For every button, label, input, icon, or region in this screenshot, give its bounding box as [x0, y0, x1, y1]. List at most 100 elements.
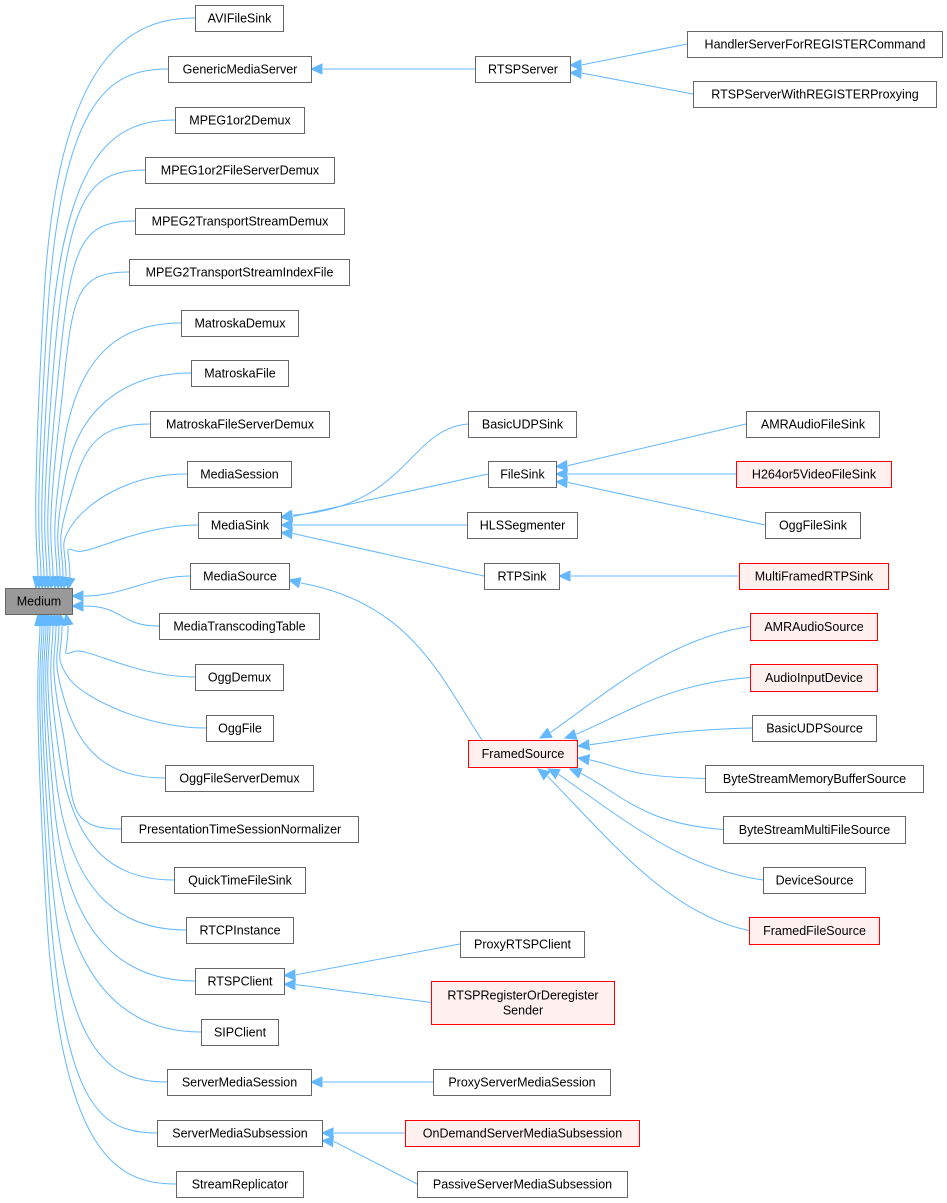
inheritance-edge — [54, 322, 182, 577]
node-label: OggFile — [218, 722, 262, 736]
class-node-on-demand-server-media-subsession[interactable]: OnDemandServerMediaSubsession — [405, 1120, 640, 1147]
node-label: MatroskaDemux — [195, 317, 287, 331]
class-node-amraudio-file-sink[interactable]: AMRAudioFileSink — [746, 411, 880, 438]
class-node-rtspserver-with-registerproxying[interactable]: RTSPServerWithREGISTERProxying — [693, 81, 937, 108]
class-node-matroska-file[interactable]: MatroskaFile — [191, 360, 289, 387]
class-node-sipclient[interactable]: SIPClient — [201, 1019, 279, 1046]
class-node-basic-udpsource[interactable]: BasicUDPSource — [752, 715, 877, 742]
class-node-media-sink[interactable]: MediaSink — [198, 512, 282, 539]
arrowhead-icon — [309, 1076, 323, 1088]
class-node-ogg-file-server-demux[interactable]: OggFileServerDemux — [165, 765, 314, 792]
arrowhead-icon — [568, 767, 583, 779]
node-label: ServerMediaSession — [182, 1076, 297, 1090]
class-node-multi-framed-rtpsink[interactable]: MultiFramedRTPSink — [739, 563, 889, 590]
node-label: OggFileSink — [779, 519, 848, 533]
node-label: AudioInputDevice — [765, 671, 863, 685]
class-node-proxy-rtspclient[interactable]: ProxyRTSPClient — [460, 931, 585, 958]
class-node-proxy-server-media-session[interactable]: ProxyServerMediaSession — [433, 1069, 611, 1096]
class-node-byte-stream-memory-buffer-source[interactable]: ByteStreamMemoryBufferSource — [705, 765, 924, 793]
class-node-audio-input-device[interactable]: AudioInputDevice — [750, 664, 878, 692]
class-node-file-sink[interactable]: FileSink — [488, 461, 557, 488]
node-label: FramedFileSource — [763, 924, 866, 938]
node-label: ServerMediaSubsession — [172, 1127, 308, 1141]
inheritance-edge — [50, 271, 130, 577]
arrowhead-icon — [282, 969, 296, 981]
node-label: MatroskaFileServerDemux — [166, 418, 315, 432]
class-node-byte-stream-multi-file-source[interactable]: ByteStreamMultiFileSource — [723, 816, 906, 844]
arrowhead-icon — [538, 727, 553, 739]
arrowhead-icon — [554, 476, 568, 489]
inheritance-edge — [300, 582, 483, 741]
class-node-mpeg2-transport-stream-demux[interactable]: MPEG2TransportStreamDemux — [135, 208, 345, 235]
class-node-basic-udpsink[interactable]: BasicUDPSink — [468, 411, 577, 438]
inheritance-edge — [63, 473, 188, 577]
inheritance-diagram: Medium AVIFileSink GenericMediaServer MPEG1… — [5, 5, 943, 1198]
class-node-mpeg1or2-file-server-demux[interactable]: MPEG1or2FileServerDemux — [145, 157, 335, 184]
class-node-media-transcoding-table[interactable]: MediaTranscodingTable — [159, 613, 320, 640]
inheritance-edge — [83, 605, 160, 627]
node-label: SIPClient — [214, 1026, 267, 1040]
class-node-generic-media-server[interactable]: GenericMediaServer — [168, 56, 312, 83]
class-node-rtpsink[interactable]: RTPSink — [484, 563, 560, 590]
node-label: PresentationTimeSessionNormalizer — [139, 823, 341, 837]
class-node-presentation-time-session-normalizer[interactable]: PresentationTimeSessionNormalizer — [121, 816, 359, 843]
class-node-media-source[interactable]: MediaSource — [190, 563, 290, 590]
class-node-media-session[interactable]: MediaSession — [187, 461, 292, 488]
arrowhead-icon — [576, 754, 591, 766]
arrowhead-icon — [554, 468, 568, 480]
class-node-device-source[interactable]: DeviceSource — [763, 867, 866, 894]
class-node-medium[interactable]: Medium — [5, 588, 73, 615]
arrowhead-icon — [70, 600, 84, 612]
class-node-mpeg2-transport-stream-index-file[interactable]: MPEG2TransportStreamIndexFile — [129, 259, 350, 286]
class-node-matroska-demux[interactable]: MatroskaDemux — [181, 310, 299, 337]
node-label: DeviceSource — [776, 874, 854, 888]
inheritance-edge — [41, 625, 168, 1083]
node-label: AMRAudioFileSink — [761, 418, 866, 432]
class-node-ogg-file[interactable]: OggFile — [206, 715, 274, 742]
inheritance-edge — [580, 772, 724, 830]
arrowhead-icon — [320, 1135, 334, 1148]
inheritance-edge — [550, 626, 751, 733]
nodes-layer: Medium AVIFileSink GenericMediaServer MPEG1… — [5, 5, 943, 1198]
arrowhead-icon — [287, 577, 302, 589]
class-node-amraudio-source[interactable]: AMRAudioSource — [750, 613, 878, 641]
node-label: OggFileServerDemux — [179, 772, 300, 786]
class-node-framed-source[interactable]: FramedSource — [468, 740, 578, 768]
inheritance-edge — [83, 575, 191, 597]
class-node-mpeg1or2-demux[interactable]: MPEG1or2Demux — [175, 107, 305, 134]
inheritance-edge — [589, 727, 753, 746]
class-node-quick-time-file-sink[interactable]: QuickTimeFileSink — [174, 867, 306, 894]
class-node-server-media-session[interactable]: ServerMediaSession — [167, 1069, 312, 1096]
arrowhead-icon — [568, 67, 582, 79]
class-node-rtcpinstance[interactable]: RTCPInstance — [186, 917, 294, 944]
class-node-rtspserver[interactable]: RTSPServer — [475, 56, 571, 83]
node-label: RTSPRegisterOrDeregister — [447, 989, 598, 1003]
node-label: MPEG2TransportStreamIndexFile — [146, 266, 334, 280]
arrowhead-icon — [563, 728, 578, 740]
arrowhead-icon — [279, 519, 293, 531]
class-node-framed-file-source[interactable]: FramedFileSource — [749, 917, 880, 945]
class-node-ogg-demux[interactable]: OggDemux — [195, 664, 284, 691]
class-node-rtspregister-or-deregister-sender[interactable]: RTSPRegisterOrDeregisterSender — [431, 981, 615, 1025]
class-node-stream-replicator[interactable]: StreamReplicator — [176, 1171, 304, 1198]
node-label: OggDemux — [208, 671, 272, 685]
node-label: MPEG1or2Demux — [189, 114, 291, 128]
node-label: Sender — [503, 1004, 543, 1018]
class-node-h264or5-video-file-sink[interactable]: H264or5VideoFileSink — [736, 461, 892, 488]
node-label: ByteStreamMemoryBufferSource — [723, 772, 906, 786]
class-node-server-media-subsession[interactable]: ServerMediaSubsession — [157, 1120, 323, 1147]
class-node-avifile-sink[interactable]: AVIFileSink — [195, 5, 284, 32]
class-node-handler-server-for-registercommand[interactable]: HandlerServerForREGISTERCommand — [687, 31, 943, 58]
node-label: QuickTimeFileSink — [188, 874, 292, 888]
class-node-passive-server-media-subsession[interactable]: PassiveServerMediaSubsession — [417, 1171, 628, 1198]
class-node-hlssegmenter[interactable]: HLSSegmenter — [467, 512, 578, 539]
node-label: ByteStreamMultiFileSource — [739, 823, 890, 837]
inheritance-edge — [581, 72, 694, 95]
class-node-ogg-file-sink[interactable]: OggFileSink — [765, 512, 861, 539]
class-node-rtspclient[interactable]: RTSPClient — [195, 968, 285, 995]
class-node-matroska-file-server-demux[interactable]: MatroskaFileServerDemux — [150, 411, 330, 438]
node-label: H264or5VideoFileSink — [752, 468, 877, 482]
inheritance-edge — [56, 625, 166, 779]
node-label: ProxyServerMediaSession — [448, 1076, 595, 1090]
arrowhead-icon — [282, 978, 296, 991]
